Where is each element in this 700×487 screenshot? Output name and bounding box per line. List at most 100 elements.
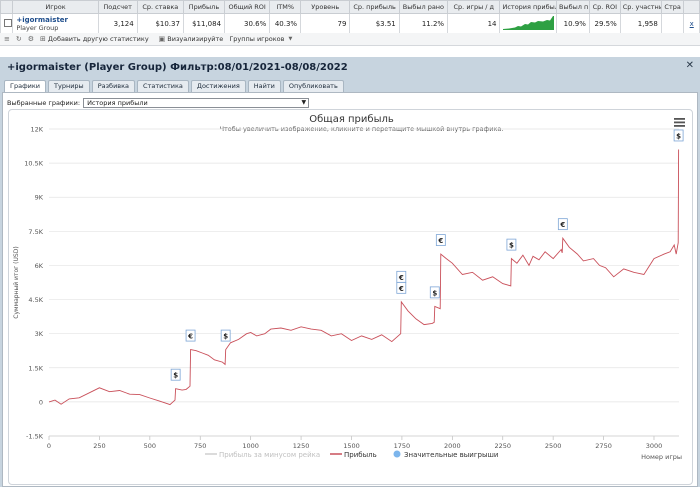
big-win-marker-label: $ — [432, 289, 437, 297]
big-win-marker-label: € — [398, 285, 404, 293]
remove-row-link[interactable]: x — [690, 20, 694, 28]
chevron-down-icon: ▼ — [288, 36, 293, 42]
big-win-marker-label: $ — [223, 333, 228, 341]
player-cell: +igormaister Player Group — [12, 13, 99, 34]
row-checkbox-cell[interactable] — [0, 13, 14, 34]
chevron-down-icon: ▼ — [301, 99, 307, 106]
y-axis-label: Суммарный итог (USD) — [13, 246, 20, 318]
y-tick-label: 9K — [35, 194, 44, 202]
close-icon[interactable]: ✕ — [686, 60, 694, 71]
menu-icon[interactable]: ≡ — [4, 35, 10, 43]
tab-publish[interactable]: Опубликовать — [282, 80, 344, 92]
x-tick-label: 750 — [194, 442, 206, 450]
image-icon: ▣ — [158, 35, 166, 43]
header-games-per-day[interactable]: Ср. игры / д — [447, 0, 501, 14]
y-tick-label: -1.5K — [26, 433, 44, 441]
chart-select[interactable]: История прибыли ▼ — [83, 98, 310, 108]
add-stat-button[interactable]: ⊞ Добавить другую статистику — [36, 35, 149, 43]
cell-avg-profit: $3.51 — [349, 13, 400, 34]
stats-table: Игрок Подсчет Ср. ставка Прибыль Общий R… — [0, 0, 700, 34]
header-avg-stake[interactable]: Ср. ставка — [136, 0, 184, 14]
tab-statistics[interactable]: Статистика — [137, 80, 189, 92]
stats-toolbar: ≡ ↻ ⚙ ⊞ Добавить другую статистику ▣ Виз… — [0, 33, 700, 46]
x-tick-label: 2000 — [444, 442, 461, 450]
player-groups-dropdown[interactable]: Группы игроков ▼ — [229, 35, 294, 43]
cell-profit-history — [499, 13, 558, 34]
header-avg-roi[interactable]: Ср. ROI — [588, 0, 621, 14]
x-axis-label: Номер игры — [641, 453, 682, 461]
tab-content: Выбранные графики: История прибыли ▼ Общ… — [2, 92, 698, 487]
header-late-out[interactable]: Выбыл п — [556, 0, 590, 14]
chart-select-value: История прибыли — [87, 99, 148, 107]
chart-title: Общая прибыль — [309, 114, 394, 125]
header-count[interactable]: Подсчет — [97, 0, 138, 14]
legend-item-profit: Прибыль — [344, 451, 377, 459]
y-tick-label: 4.5K — [28, 296, 43, 304]
y-tick-label: 10.5K — [24, 160, 43, 168]
chart-menu-icon[interactable] — [674, 118, 685, 127]
x-tick-label: 2250 — [494, 442, 511, 450]
header-avg-entrants[interactable]: Ср. участни — [619, 0, 662, 14]
chart-select-row: Выбранные графики: История прибыли ▼ — [7, 98, 310, 108]
header-player[interactable]: Игрок — [12, 0, 99, 14]
cell-count: 3,124 — [97, 13, 138, 34]
header-country[interactable]: Стра — [660, 0, 685, 14]
cell-early-out: 11.2% — [398, 13, 449, 34]
cell-itm: 40.3% — [269, 13, 302, 34]
tab-achievements[interactable]: Достижения — [190, 80, 246, 92]
player-group-label: Player Group — [16, 23, 59, 32]
series-line-profit — [48, 149, 680, 406]
header-remove — [683, 0, 700, 14]
y-tick-label: 3K — [35, 330, 44, 338]
tab-find[interactable]: Найти — [247, 80, 281, 92]
header-profit[interactable]: Прибыль — [182, 0, 226, 14]
cell-remove: x — [683, 13, 700, 34]
chart-container: Общая прибыль Чтобы увеличить изображение… — [8, 109, 693, 485]
player-groups-label: Группы игроков — [229, 35, 285, 43]
spacer — [0, 46, 700, 57]
profit-chart[interactable]: Общая прибыльЧтобы увеличить изображение… — [9, 110, 694, 486]
y-tick-label: 12K — [30, 126, 43, 134]
y-tick-label: 0 — [39, 398, 43, 406]
chart-select-label: Выбранные графики: — [7, 99, 81, 107]
x-tick-label: 500 — [144, 442, 156, 450]
header-itm[interactable]: ITM% — [269, 0, 302, 14]
player-panel: +igormaister (Player Group) Фильтр:08/01… — [0, 57, 700, 487]
add-icon: ⊞ — [40, 35, 46, 43]
cell-profit: $11,084 — [182, 13, 226, 34]
cell-avg-stake: $10.37 — [136, 13, 184, 34]
tab-charts[interactable]: Графики — [4, 80, 47, 92]
cell-level: 79 — [300, 13, 351, 34]
x-tick-label: 1250 — [293, 442, 310, 450]
y-tick-label: 6K — [35, 262, 44, 270]
header-total-roi[interactable]: Общий ROI — [224, 0, 271, 14]
big-win-marker-label: € — [398, 274, 404, 282]
panel-tabs: Графики Турниры Разбивка Статистика Дост… — [4, 80, 346, 92]
legend-item-net-profit: Прибыль за минусом рейка — [219, 451, 320, 459]
refresh-icon[interactable]: ↻ — [16, 35, 22, 43]
x-tick-label: 2500 — [545, 442, 562, 450]
header-early-out[interactable]: Выбыл рано — [398, 0, 449, 14]
header-avg-profit[interactable]: Ср. прибыль — [349, 0, 400, 14]
big-win-marker-label: € — [437, 237, 443, 245]
cell-late-out: 10.9% — [556, 13, 590, 34]
tab-tournaments[interactable]: Турниры — [48, 80, 90, 92]
y-tick-label: 7.5K — [28, 228, 43, 236]
big-win-marker-label: $ — [509, 242, 514, 250]
header-profit-history[interactable]: История прибыли — [499, 0, 558, 14]
tab-breakdown[interactable]: Разбивка — [91, 80, 136, 92]
stats-header-row: Игрок Подсчет Ср. ставка Прибыль Общий R… — [0, 0, 700, 14]
x-tick-label: 2750 — [595, 442, 612, 450]
x-tick-label: 1000 — [242, 442, 259, 450]
header-level[interactable]: Уровень — [300, 0, 351, 14]
legend-swatch-big-wins — [393, 450, 401, 458]
player-name-link[interactable]: +igormaister — [16, 16, 94, 24]
x-tick-label: 1750 — [394, 442, 411, 450]
big-win-marker-label: $ — [173, 372, 178, 380]
header-select — [0, 0, 14, 14]
settings-icon[interactable]: ⚙ — [28, 35, 34, 43]
visualize-button[interactable]: ▣ Визуализируйте — [155, 35, 224, 43]
profit-sparkline — [503, 16, 555, 30]
row-checkbox[interactable] — [4, 18, 12, 27]
cell-games-per-day: 14 — [447, 13, 501, 34]
